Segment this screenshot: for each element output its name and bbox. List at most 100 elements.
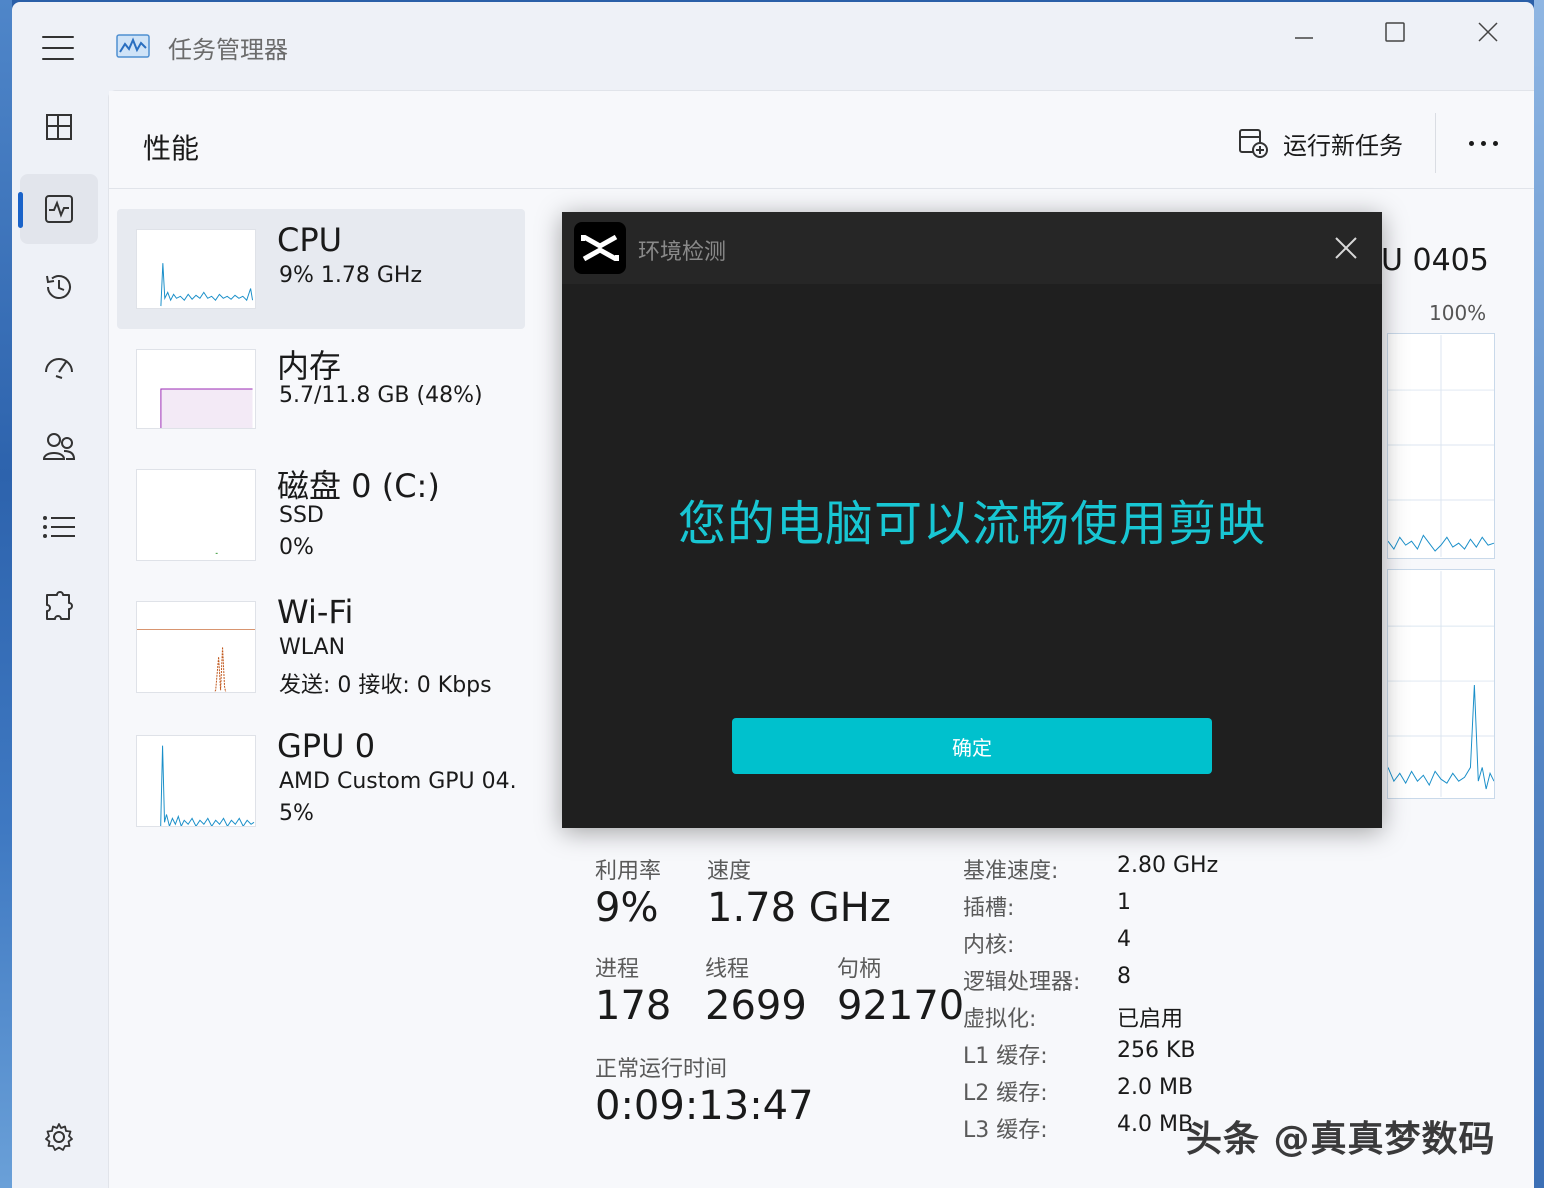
- spec-value-l2-cache: 2.0 MB: [1117, 1075, 1194, 1100]
- run-new-task-button[interactable]: 运行新任务: [1237, 123, 1403, 163]
- task-manager-app-icon: [116, 34, 150, 58]
- dialog-close-button[interactable]: [1324, 228, 1368, 268]
- minimize-icon: [1295, 37, 1313, 39]
- graph-max-label: 100%: [1429, 301, 1487, 325]
- perf-name-memory: 内存: [277, 347, 342, 385]
- perf-item-gpu[interactable]: GPU 0 AMD Custom GPU 04. 5%: [117, 715, 525, 835]
- utilization-label: 利用率: [595, 859, 662, 884]
- perf-sub-disk-type: SSD: [279, 503, 324, 528]
- nav-processes[interactable]: [20, 92, 98, 162]
- spec-value-cores: 4: [1117, 927, 1131, 952]
- speed-label: 速度: [707, 859, 752, 884]
- watermark-text: 头条 @真真梦数码: [1186, 1119, 1496, 1160]
- perf-name-wifi: Wi-Fi: [277, 593, 354, 631]
- handles-label: 句柄: [837, 957, 882, 982]
- spec-label-l1-cache: L1 缓存:: [963, 1044, 1048, 1069]
- perf-name-gpu: GPU 0: [277, 727, 376, 765]
- dialog-ok-button[interactable]: 确定: [732, 718, 1212, 774]
- dialog-title: 环境检测: [638, 240, 727, 265]
- page-title: 性能: [143, 132, 200, 165]
- spec-value-l3-cache: 4.0 MB: [1117, 1112, 1194, 1137]
- desktop-wallpaper-left: [0, 0, 12, 1188]
- spec-label-virtualization: 虚拟化:: [963, 1007, 1037, 1032]
- maximize-button[interactable]: [1365, 12, 1425, 52]
- hamburger-menu-icon[interactable]: [42, 36, 74, 60]
- disk-thumbnail-graph: [136, 469, 256, 561]
- spec-label-logical-processors: 逻辑处理器:: [963, 970, 1081, 995]
- spec-value-virtualization: 已启用: [1117, 1007, 1184, 1032]
- nav-startup-apps[interactable]: [20, 332, 98, 402]
- services-puzzle-icon: [46, 591, 73, 620]
- spec-value-logical-processors: 8: [1117, 964, 1131, 989]
- details-list-icon: [43, 516, 75, 538]
- title-bar: 任务管理器: [12, 2, 1534, 88]
- nav-users[interactable]: [20, 412, 98, 482]
- performance-icon: [45, 195, 73, 223]
- utilization-value: 9%: [595, 885, 659, 931]
- desktop-wallpaper-right: [1534, 0, 1544, 1188]
- handles-value: 92170: [837, 983, 965, 1029]
- spec-value-l1-cache: 256 KB: [1117, 1038, 1196, 1063]
- wifi-thumbnail-graph: [136, 601, 256, 693]
- uptime-label: 正常运行时间: [595, 1057, 728, 1082]
- capcut-logo-icon: [574, 222, 626, 274]
- nav-performance[interactable]: [20, 174, 98, 244]
- content-header: 性能 运行新任务: [109, 91, 1534, 189]
- perf-sub-wifi-throughput: 发送: 0 接收: 0 Kbps: [279, 673, 492, 698]
- cpu-utilization-graph: [1387, 333, 1495, 559]
- app-title: 任务管理器: [168, 36, 288, 64]
- perf-item-cpu[interactable]: CPU 9% 1.78 GHz: [117, 209, 525, 329]
- gear-icon: [45, 1123, 73, 1151]
- speed-value: 1.78 GHz: [707, 885, 891, 931]
- spec-label-sockets: 插槽:: [963, 896, 1015, 921]
- startup-gauge-icon: [45, 358, 73, 379]
- gpu-thumbnail-graph: [136, 735, 256, 827]
- perf-sub-gpu-model: AMD Custom GPU 04.: [279, 769, 517, 794]
- minimize-button[interactable]: [1274, 12, 1334, 52]
- threads-label: 线程: [705, 957, 750, 982]
- active-nav-indicator: [18, 192, 23, 228]
- close-icon: [1335, 237, 1357, 259]
- close-icon: [1478, 22, 1498, 42]
- dialog-title-bar: 环境检测: [562, 212, 1382, 284]
- spec-value-base-speed: 2.80 GHz: [1117, 853, 1219, 878]
- perf-sub-memory: 5.7/11.8 GB (48%): [279, 383, 483, 408]
- spec-label-l2-cache: L2 缓存:: [963, 1081, 1048, 1106]
- spec-value-sockets: 1: [1117, 890, 1131, 915]
- perf-sub-disk-usage: 0%: [279, 535, 314, 560]
- maximize-icon: [1385, 22, 1405, 42]
- uptime-value: 0:09:13:47: [595, 1083, 814, 1129]
- processes-icon: [46, 114, 72, 140]
- threads-value: 2699: [705, 983, 807, 1029]
- close-window-button[interactable]: [1458, 12, 1518, 52]
- processes-value: 178: [595, 983, 672, 1029]
- perf-sub-wifi-adapter: WLAN: [279, 635, 346, 660]
- spec-label-l3-cache: L3 缓存:: [963, 1118, 1048, 1143]
- perf-name-cpu: CPU: [277, 221, 343, 259]
- header-divider: [1435, 113, 1436, 173]
- run-new-task-label: 运行新任务: [1283, 131, 1403, 160]
- cpu-model-name: U 0405: [1381, 243, 1489, 278]
- cpu-thumbnail-graph: [136, 229, 256, 309]
- dialog-message: 您的电脑可以流畅使用剪映: [677, 496, 1266, 552]
- users-icon: [42, 433, 76, 460]
- nav-services[interactable]: [20, 572, 98, 642]
- spec-label-cores: 内核:: [963, 933, 1015, 958]
- perf-name-disk: 磁盘 0 (C:): [277, 467, 440, 505]
- spec-label-base-speed: 基准速度:: [963, 859, 1059, 884]
- nav-details[interactable]: [20, 492, 98, 562]
- cpu-core-graph: [1387, 569, 1495, 799]
- perf-sub-cpu: 9% 1.78 GHz: [279, 263, 423, 288]
- nav-app-history[interactable]: [20, 252, 98, 322]
- processes-label: 进程: [595, 957, 640, 982]
- environment-check-dialog: 环境检测 您的电脑可以流畅使用剪映 确定: [562, 212, 1382, 828]
- nav-settings[interactable]: [20, 1102, 98, 1172]
- perf-item-disk[interactable]: 磁盘 0 (C:) SSD 0%: [117, 449, 525, 569]
- perf-item-memory[interactable]: 内存 5.7/11.8 GB (48%): [117, 329, 525, 449]
- perf-item-wifi[interactable]: Wi-Fi WLAN 发送: 0 接收: 0 Kbps: [117, 581, 525, 701]
- run-task-icon: [1239, 129, 1268, 158]
- history-icon: [46, 275, 71, 299]
- memory-thumbnail-graph: [136, 349, 256, 429]
- perf-sub-gpu-usage: 5%: [279, 801, 314, 826]
- more-options-button[interactable]: [1459, 129, 1507, 157]
